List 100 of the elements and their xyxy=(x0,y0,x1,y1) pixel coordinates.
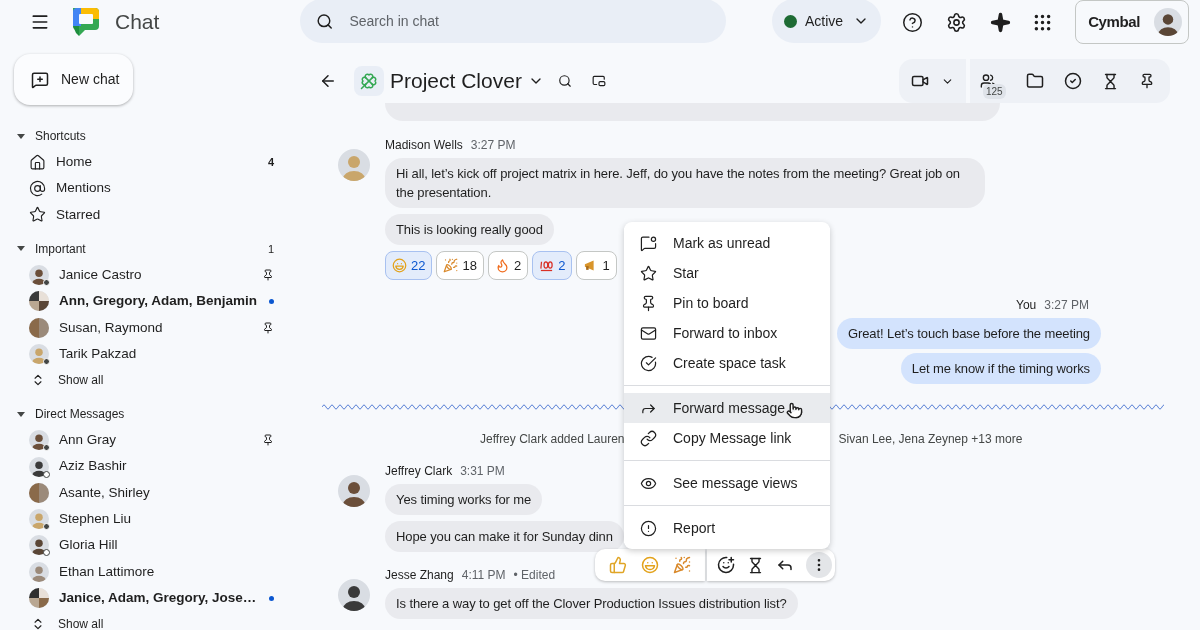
search-icon[interactable] xyxy=(557,74,572,88)
caret-icon xyxy=(17,411,25,417)
more-button[interactable] xyxy=(806,552,832,578)
folder-icon[interactable] xyxy=(1026,72,1044,90)
unread-count: 4 xyxy=(267,154,274,170)
fire-icon xyxy=(494,258,510,273)
reaction-chip[interactable]: 22 xyxy=(385,251,433,280)
avatar xyxy=(29,561,49,582)
conversation-item[interactable]: Ethan Lattimore xyxy=(59,561,155,582)
message-time: 4:11 PM xyxy=(461,567,506,584)
message-time: 3:31 PM xyxy=(460,463,505,480)
status-button[interactable]: Active xyxy=(772,0,882,43)
avatar xyxy=(338,475,370,507)
sender-name: Jesse Zhang xyxy=(385,567,454,584)
conversation-item[interactable]: Susan, Raymond xyxy=(59,317,163,338)
reaction-chip[interactable]: 2 xyxy=(532,251,573,280)
mail-icon xyxy=(640,324,657,342)
sender-name: Jeffrey Clark xyxy=(385,463,453,480)
new-chat-icon xyxy=(31,70,49,89)
message-bubble: Hi all, let’s kick off project matrix in here. Jeff, do you have the notes from the meeting? Great job on the presentation. xyxy=(385,158,985,208)
avatar xyxy=(29,343,49,364)
link-icon xyxy=(640,429,657,447)
account-box[interactable]: Cymbal xyxy=(1075,0,1190,44)
conversation-item[interactable]: Tarik Pakzad xyxy=(59,343,137,365)
search-field[interactable]: Search in chat xyxy=(300,0,726,43)
avatar xyxy=(29,509,49,530)
section-count: 1 xyxy=(267,241,274,257)
home-icon xyxy=(29,153,46,171)
pin-icon[interactable] xyxy=(1139,73,1155,89)
message-bubble: Hope you can make it for Sunday dinn xyxy=(385,521,624,552)
menu-item[interactable]: Pin to board xyxy=(624,288,830,318)
back-icon[interactable] xyxy=(319,72,337,90)
avatar xyxy=(338,149,370,181)
conversation-item[interactable]: Stephen Liu xyxy=(59,509,132,530)
call-button[interactable] xyxy=(899,59,966,103)
members-icon[interactable] xyxy=(980,73,996,89)
menu-item[interactable]: Report xyxy=(624,513,830,543)
menu-icon[interactable] xyxy=(30,12,50,32)
star-icon xyxy=(640,264,657,282)
avatar xyxy=(338,579,370,611)
app-title: Chat xyxy=(115,9,160,36)
search-input[interactable]: Search in chat xyxy=(349,10,710,32)
hundred-points-icon xyxy=(539,258,555,273)
reaction-chip[interactable]: 18 xyxy=(436,251,484,280)
menu-item[interactable]: Star xyxy=(624,258,830,288)
add-reaction-icon[interactable] xyxy=(717,556,735,574)
system-message: Sivan Lee, Jena Zeynep +13 more xyxy=(838,431,1023,448)
laughing-face-icon xyxy=(392,258,407,273)
system-message: Jeffrey Clark added Lauren xyxy=(480,431,625,448)
brand-name: Cymbal xyxy=(1088,11,1141,32)
menu-item[interactable]: Mark as unread xyxy=(624,228,830,258)
help-icon[interactable] xyxy=(902,11,924,33)
sparkle-icon[interactable] xyxy=(990,11,1012,33)
show-all-button[interactable]: Show all xyxy=(0,611,104,630)
menu-item[interactable]: Forward message xyxy=(624,393,830,423)
conversation-item[interactable]: Asante, Shirley xyxy=(59,482,150,503)
avatar xyxy=(29,430,49,451)
conversation-item[interactable]: Janice Castro xyxy=(59,264,142,286)
tasks-icon[interactable] xyxy=(1064,72,1082,90)
sender-name: You xyxy=(1016,297,1037,314)
conversation-item[interactable]: Gloria Hill xyxy=(59,535,118,556)
conversation-item[interactable]: Ann, Gregory, Adam, Benjamin xyxy=(59,291,258,312)
menu-item[interactable]: Create space task xyxy=(624,348,830,378)
menu-item[interactable]: See message views xyxy=(624,468,830,498)
member-count: 125 xyxy=(983,84,1006,99)
mentions-icon xyxy=(29,179,46,197)
starred-icon xyxy=(29,206,46,224)
settings-icon[interactable] xyxy=(946,11,968,33)
message-bubble: Let me know if the timing works xyxy=(900,353,1101,384)
hand-cursor-icon xyxy=(786,402,803,419)
conversation-item[interactable]: Janice, Adam, Gregory, Jose… xyxy=(59,587,257,609)
edited-label: • Edited xyxy=(513,567,556,584)
section-title: Shortcuts xyxy=(35,128,86,145)
conversation-item[interactable]: Starred xyxy=(56,204,101,225)
avatar xyxy=(29,291,49,312)
avatar xyxy=(29,317,49,338)
conversation-item[interactable]: Mentions xyxy=(56,178,111,199)
conversation-item[interactable]: Aziz Bashir xyxy=(59,456,127,477)
menu-item[interactable]: Forward to inbox xyxy=(624,318,830,348)
menu-item[interactable]: Copy Message link xyxy=(624,423,830,453)
avatar xyxy=(29,265,49,286)
avatar xyxy=(29,482,49,503)
hourglass-icon[interactable] xyxy=(747,556,764,574)
show-all-button[interactable]: Show all xyxy=(0,367,104,394)
thumbs-up-icon[interactable] xyxy=(609,556,627,574)
caret-icon xyxy=(17,133,25,139)
popout-icon[interactable] xyxy=(591,74,606,88)
reaction-chip[interactable]: 1 xyxy=(576,251,617,280)
space-title[interactable]: Project Clover xyxy=(390,65,544,97)
reaction-chip[interactable]: 2 xyxy=(487,251,529,280)
message-bubble: Yes timing works for me xyxy=(385,484,543,515)
new-chat-button[interactable]: New chat xyxy=(14,54,133,105)
conversation-item[interactable]: Home xyxy=(56,152,92,173)
message-time: 3:27 PM xyxy=(1044,297,1089,314)
message-bubble: Great! Let’s touch base before the meeting xyxy=(837,318,1101,349)
hourglass-icon[interactable] xyxy=(1102,72,1119,90)
party-popper-icon[interactable] xyxy=(673,556,691,574)
alert-icon xyxy=(640,519,657,537)
task-icon xyxy=(640,354,657,372)
conversation-item[interactable]: Ann Gray xyxy=(59,430,117,451)
